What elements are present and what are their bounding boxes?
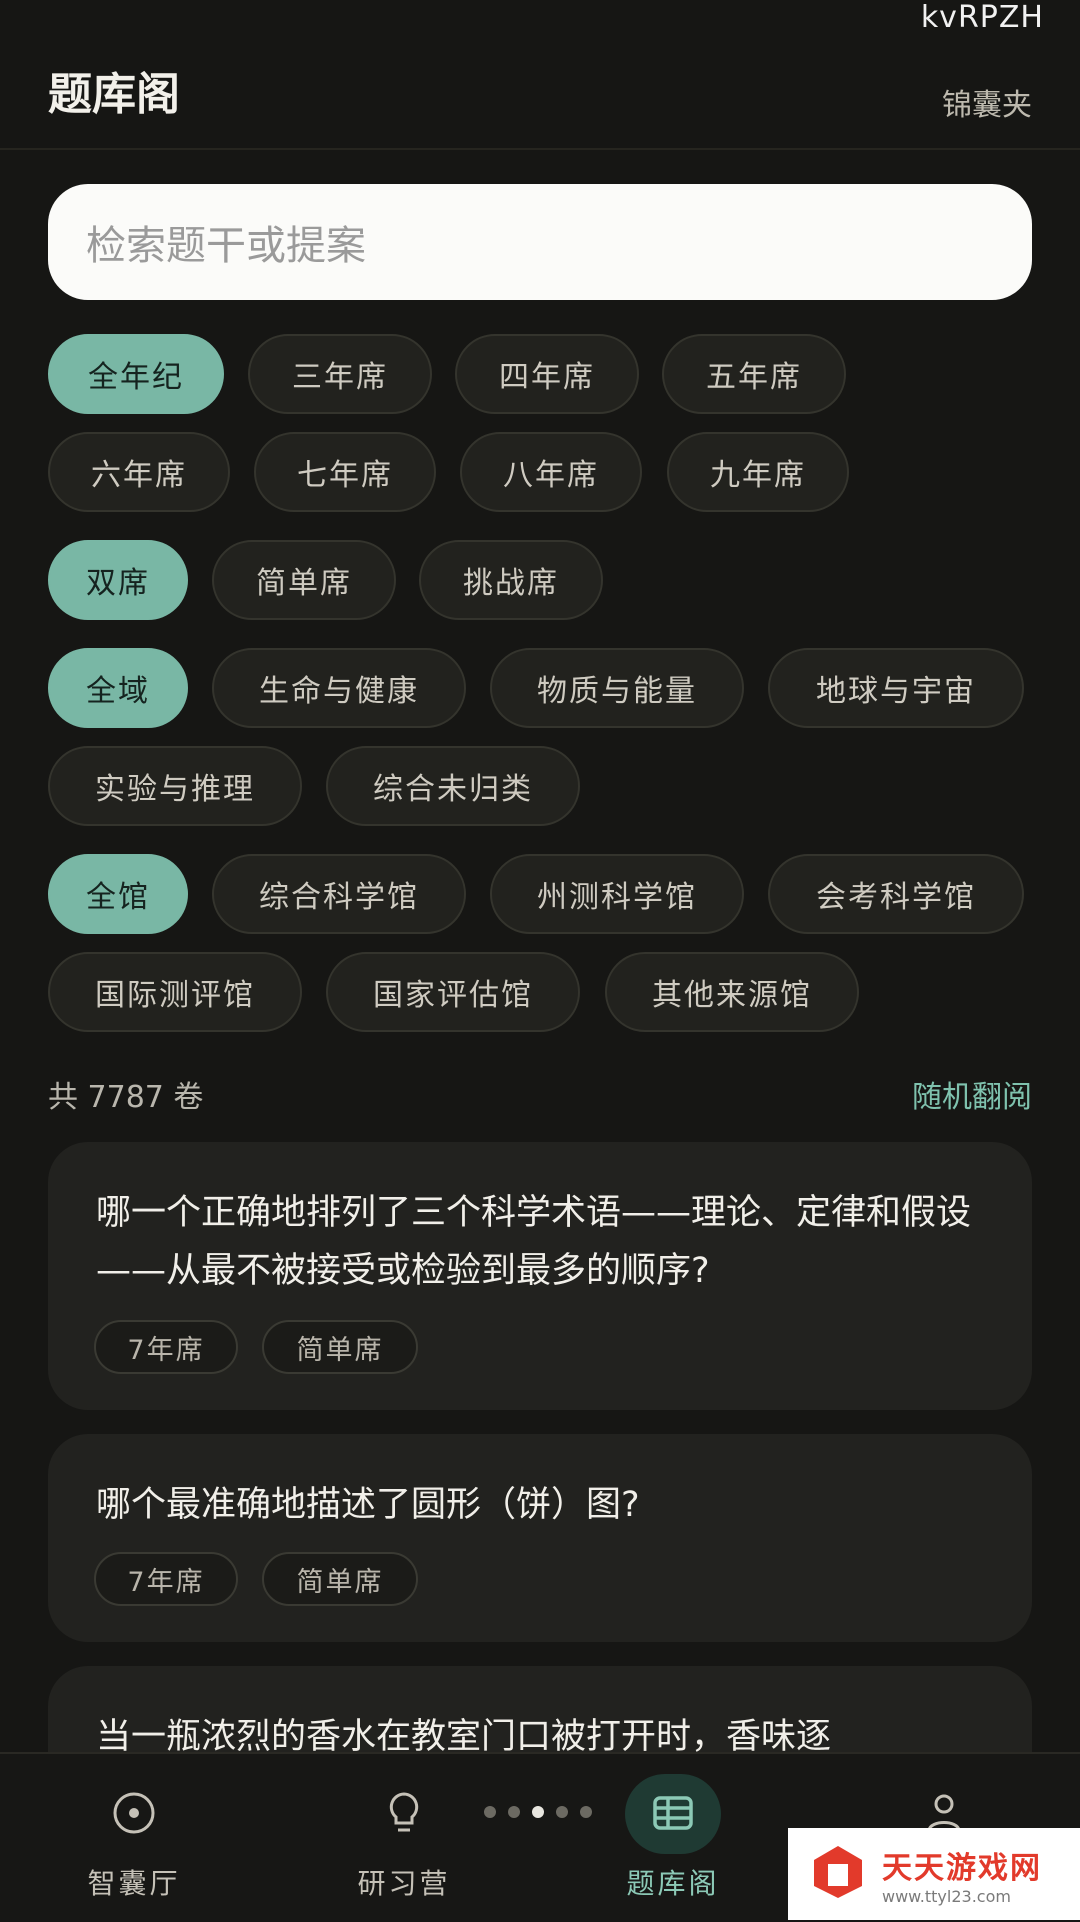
page-indicator xyxy=(484,1806,592,1818)
chip-difficulty-challenge[interactable]: 挑战席 xyxy=(419,540,603,620)
chip-source-all[interactable]: 全馆 xyxy=(48,854,188,934)
chip-grade-all[interactable]: 全年纪 xyxy=(48,334,224,414)
chip-grade-4[interactable]: 四年席 xyxy=(455,334,639,414)
question-tag-grade: 7年席 xyxy=(94,1552,238,1606)
compass-icon xyxy=(111,1790,157,1840)
chip-difficulty-easy[interactable]: 简单席 xyxy=(212,540,396,620)
question-card[interactable]: 哪一个正确地排列了三个科学术语——理论、定律和假设——从最不被接受或检验到最多的… xyxy=(48,1142,1032,1410)
chip-domain-matter[interactable]: 物质与能量 xyxy=(490,648,744,728)
chip-source-state[interactable]: 州测科学馆 xyxy=(490,854,744,934)
nav-item-study[interactable]: 研习营 xyxy=(304,1754,504,1922)
lightbulb-icon xyxy=(384,1790,424,1840)
watermark-url: www.ttyl23.com xyxy=(882,1886,1011,1906)
chip-domain-earth[interactable]: 地球与宇宙 xyxy=(768,648,1024,728)
chip-source-other[interactable]: 其他来源馆 xyxy=(605,952,859,1032)
question-card[interactable]: 哪个最准确地描述了圆形（饼）图? 7年席 简单席 xyxy=(48,1434,1032,1642)
nav-item-hall[interactable]: 智囊厅 xyxy=(34,1754,234,1922)
question-tag-difficulty: 简单席 xyxy=(262,1552,418,1606)
page-dot xyxy=(508,1806,520,1818)
nav-label-questions: 题库阁 xyxy=(626,1867,720,1900)
chip-source-national[interactable]: 国家评估馆 xyxy=(326,952,580,1032)
search-input[interactable]: 检索题干或提案 xyxy=(48,184,1032,300)
question-text: 哪一个正确地排列了三个科学术语——理论、定律和假设——从最不被接受或检验到最多的… xyxy=(96,1193,972,1291)
chip-grade-9[interactable]: 九年席 xyxy=(667,432,849,512)
nav-label-hall: 智囊厅 xyxy=(87,1867,181,1900)
question-tag-grade: 7年席 xyxy=(94,1320,238,1374)
table-icon xyxy=(650,1790,696,1840)
result-count: 共 7787 卷 xyxy=(48,1080,204,1115)
question-text: 哪个最准确地描述了圆形（饼）图? xyxy=(96,1485,640,1525)
search-placeholder: 检索题干或提案 xyxy=(86,223,366,269)
chip-domain-other[interactable]: 综合未归类 xyxy=(326,746,580,826)
page-dot xyxy=(484,1806,496,1818)
question-tag-difficulty: 简单席 xyxy=(262,1320,418,1374)
chip-difficulty-all[interactable]: 双席 xyxy=(48,540,188,620)
nav-item-questions[interactable]: 题库阁 xyxy=(573,1754,773,1922)
page-dot xyxy=(580,1806,592,1818)
page-dot xyxy=(556,1806,568,1818)
site-watermark: 天天游戏网 www.ttyl23.com xyxy=(788,1828,1080,1920)
random-browse-link[interactable]: 随机翻阅 xyxy=(912,1072,1032,1116)
nav-label-study: 研习营 xyxy=(357,1867,451,1900)
watermark-logo-icon xyxy=(808,1842,868,1906)
chip-domain-experiment[interactable]: 实验与推理 xyxy=(48,746,302,826)
top-bar: 题库阁 锦囊夹 xyxy=(0,0,1080,150)
chip-grade-6[interactable]: 六年席 xyxy=(48,432,230,512)
watermark-text: 天天游戏网 xyxy=(882,1850,1042,1886)
page-title: 题库阁 xyxy=(48,69,180,120)
chip-grade-3[interactable]: 三年席 xyxy=(248,334,432,414)
chip-grade-5[interactable]: 五年席 xyxy=(662,334,846,414)
chip-source-international[interactable]: 国际测评馆 xyxy=(48,952,302,1032)
chip-grade-8[interactable]: 八年席 xyxy=(460,432,642,512)
chip-source-general[interactable]: 综合科学馆 xyxy=(212,854,466,934)
page-dot-active xyxy=(532,1806,544,1818)
chip-source-exam[interactable]: 会考科学馆 xyxy=(768,854,1024,934)
chip-grade-7[interactable]: 七年席 xyxy=(254,432,436,512)
favorites-link[interactable]: 锦囊夹 xyxy=(942,80,1032,124)
chip-domain-all[interactable]: 全域 xyxy=(48,648,188,728)
chip-domain-life[interactable]: 生命与健康 xyxy=(212,648,466,728)
